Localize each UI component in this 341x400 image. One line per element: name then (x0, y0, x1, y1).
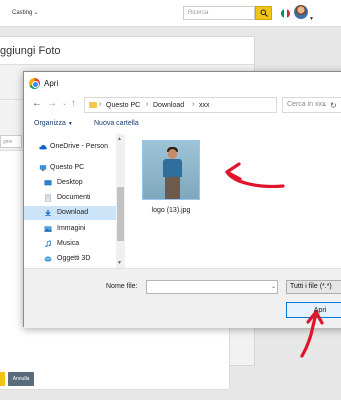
sidebar-item-label: Download (57, 209, 89, 216)
up-arrow-icon[interactable]: ↑ (71, 98, 76, 110)
back-arrow-icon[interactable]: ← (32, 98, 42, 110)
file-type-select[interactable]: Tutti i file (*.*) (286, 280, 341, 294)
recent-locations-icon[interactable]: ⌄ (62, 98, 67, 110)
background-input[interactable]: gine (0, 135, 22, 148)
avatar[interactable] (294, 5, 308, 19)
chevron-right-icon: › (192, 101, 195, 108)
file-list: logo (13).jpg (126, 134, 341, 268)
open-button[interactable]: Apri (286, 302, 341, 318)
chevron-down-icon[interactable]: ⌄ (271, 283, 276, 290)
nav-casting[interactable]: Casting⌄ (12, 9, 38, 16)
download-icon (45, 209, 51, 217)
page-title: ggiungi Foto (0, 45, 61, 57)
cube-icon (44, 256, 52, 263)
submit-button[interactable] (0, 372, 5, 386)
sidebar-item-label: Oggetti 3D (57, 255, 91, 262)
images-icon (44, 226, 52, 232)
chevron-right-icon: › (99, 101, 102, 108)
top-navbar: Casting⌄ Ricerca ▼ (0, 0, 341, 27)
breadcrumb-item[interactable]: Questo PC (106, 102, 140, 109)
photo-person-legs (165, 177, 180, 199)
photo-person-body (163, 159, 182, 177)
scroll-up-icon[interactable]: ▲ (117, 136, 122, 142)
site-search-input[interactable]: Ricerca (183, 6, 255, 20)
scroll-down-icon[interactable]: ▼ (117, 260, 122, 266)
address-bar: ← → ⌄ ↑ › Questo PC › Download › xxx ⌄ ↻… (24, 94, 341, 116)
filename-input[interactable]: ⌄ (146, 280, 278, 294)
chevron-right-icon: › (146, 101, 149, 108)
dialog-titlebar: Apri (24, 72, 341, 94)
sidebar-item-documenti[interactable]: Documenti (24, 191, 116, 205)
sidebar-item-musica[interactable]: Musica (24, 237, 116, 251)
site-search-button[interactable] (255, 6, 272, 20)
sidebar-item-label: Desktop (57, 179, 83, 186)
breadcrumb-item[interactable]: Download (153, 102, 184, 109)
file-name[interactable]: logo (13).jpg (136, 207, 206, 214)
panel-header: ggiungi Foto (0, 37, 254, 65)
navigation-pane: OneDrive - Person Questo PC Desktop Docu… (24, 134, 125, 268)
sidebar-item-onedrive[interactable]: OneDrive - Person (24, 140, 116, 154)
organize-label: Organizza (34, 120, 66, 127)
sidebar-item-download[interactable]: Download (24, 206, 116, 220)
dropdown-icon: ▼ (67, 121, 73, 127)
sidebar-item-label: Immagini (57, 225, 86, 232)
sidebar-item-oggetti-3d[interactable]: Oggetti 3D (24, 252, 116, 266)
breadcrumb-item[interactable]: xxx (199, 102, 210, 109)
music-icon (45, 240, 51, 247)
chevron-down-icon: ▼ (309, 16, 314, 22)
photo-person-head (168, 149, 177, 159)
desktop-icon (44, 180, 52, 186)
computer-icon (39, 165, 47, 171)
sidebar-item-label: OneDrive - Person (50, 143, 108, 150)
new-folder-button[interactable]: Nuova cartella (94, 120, 139, 127)
italian-flag-icon[interactable] (281, 9, 290, 18)
cancel-button[interactable]: Annulla (8, 372, 34, 386)
folder-icon (89, 102, 97, 108)
chrome-icon (29, 78, 40, 89)
navigation-scrollbar[interactable]: ▲ ▼ (116, 134, 125, 268)
dialog-toolbar: Organizza ▼ Nuova cartella (24, 116, 341, 134)
dialog-title: Apri (44, 79, 59, 88)
cloud-icon (39, 144, 47, 150)
dialog-footer: Nome file: ⌄ Tutti i file (*.*) Apri (24, 268, 341, 328)
image-thumbnail[interactable] (142, 140, 200, 200)
open-file-dialog: Apri ← → ⌄ ↑ › Questo PC › Download › xx… (23, 71, 341, 328)
sidebar-item-label: Musica (57, 240, 80, 247)
folder-search-input[interactable]: Cerca in xxx (282, 97, 341, 113)
sidebar-item-label: Documenti (57, 194, 91, 201)
sidebar-item-immagini[interactable]: Immagini (24, 222, 116, 236)
search-icon (260, 9, 268, 17)
sidebar-item-questo-pc[interactable]: Questo PC (24, 161, 116, 175)
chevron-down-icon: ⌄ (33, 10, 39, 16)
documents-icon (45, 194, 51, 202)
forward-arrow-icon[interactable]: → (47, 98, 57, 110)
sidebar-item-label: Questo PC (50, 164, 85, 171)
breadcrumb[interactable]: › Questo PC › Download › xxx ⌄ ↻ (84, 97, 337, 113)
scroll-thumb[interactable] (117, 187, 124, 241)
organize-menu[interactable]: Organizza ▼ (34, 120, 73, 127)
nav-casting-label: Casting (12, 10, 33, 16)
filename-label: Nome file: (106, 283, 138, 290)
sidebar-item-desktop[interactable]: Desktop (24, 176, 116, 190)
